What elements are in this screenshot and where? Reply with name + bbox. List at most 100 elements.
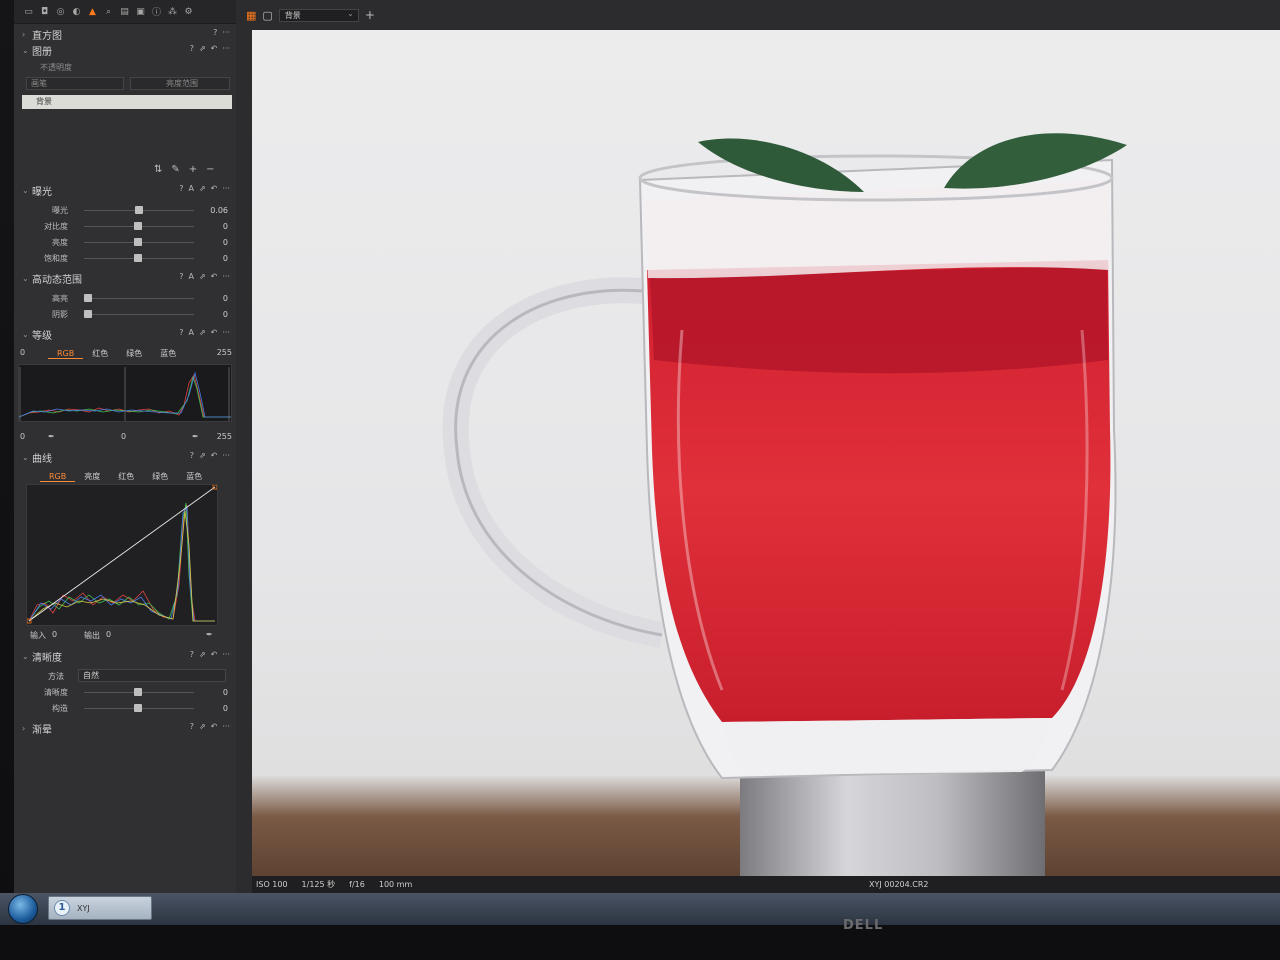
eyedropper-icon[interactable]: ✒	[192, 432, 199, 441]
single-view-icon[interactable]: ▢	[262, 9, 272, 22]
add-layer-icon[interactable]: +	[365, 8, 375, 22]
more-icon[interactable]: ···	[222, 451, 230, 460]
exposure-slider-thumb[interactable]	[133, 254, 142, 262]
more-icon[interactable]: ···	[222, 184, 230, 193]
batch-icon[interactable]: ⁂	[166, 5, 179, 18]
luma-range-button[interactable]: 亮度范围	[130, 77, 230, 90]
more-icon[interactable]: ···	[222, 650, 230, 659]
exposure-value[interactable]: 0.06	[210, 206, 228, 215]
exposure-slider-thumb[interactable]	[133, 238, 142, 246]
reset-icon[interactable]: ↶	[211, 722, 218, 731]
layer-background[interactable]: 背景	[22, 95, 232, 109]
settings-icon[interactable]: ⚙	[182, 5, 195, 18]
eyedropper-icon[interactable]: ✒	[206, 630, 213, 639]
help-icon[interactable]: ?	[190, 650, 194, 659]
grid-view-icon[interactable]: ▦	[246, 9, 256, 22]
exposure-header[interactable]: ⌄ 曝光 ? A ⇗ ↶ ···	[14, 182, 236, 198]
hdr-value[interactable]: 0	[223, 294, 228, 303]
reset-icon[interactable]: ↶	[211, 44, 218, 53]
help-icon[interactable]: ?	[213, 28, 217, 37]
curves-channel-tab[interactable]: 绿色	[143, 471, 177, 482]
brush-icon[interactable]: ✎	[171, 164, 179, 175]
method-select[interactable]: 自然	[78, 669, 226, 682]
more-icon[interactable]: ···	[222, 28, 230, 37]
clarity-slider-thumb[interactable]	[133, 688, 142, 696]
copy-icon[interactable]: ⇗	[199, 272, 206, 281]
adjust-icon[interactable]: ▤	[118, 5, 131, 18]
reset-icon[interactable]: ↶	[211, 451, 218, 460]
levels-channel-tab[interactable]: 蓝色	[151, 348, 185, 359]
curves-channel-tab[interactable]: RGB	[40, 472, 76, 482]
help-icon[interactable]: ?	[179, 272, 183, 281]
add-layer-icon[interactable]: +	[189, 164, 197, 175]
hdr-value[interactable]: 0	[223, 310, 228, 319]
layer-options-icon[interactable]: ⇅	[154, 164, 162, 175]
help-icon[interactable]: ?	[190, 44, 194, 53]
photo[interactable]	[252, 30, 1280, 876]
camera-icon[interactable]: ◘	[38, 5, 51, 18]
auto-icon[interactable]: A	[188, 184, 193, 193]
curves-graph[interactable]	[26, 484, 218, 626]
auto-icon[interactable]: A	[188, 328, 193, 337]
levels-histogram[interactable]	[18, 364, 232, 422]
lens-icon[interactable]: ◎	[54, 5, 67, 18]
levels-channel-tab[interactable]: 绿色	[117, 348, 151, 359]
reset-icon[interactable]: ↶	[211, 650, 218, 659]
clarity-value[interactable]: 0	[223, 704, 228, 713]
color-icon[interactable]: ◐	[70, 5, 83, 18]
more-icon[interactable]: ···	[222, 44, 230, 53]
levels-channel-tab[interactable]: 红色	[83, 348, 117, 359]
curves-output-value[interactable]: 0	[106, 630, 111, 639]
copy-icon[interactable]: ⇗	[199, 451, 206, 460]
exposure-slider-thumb[interactable]	[133, 222, 142, 230]
curves-channel-tab[interactable]: 蓝色	[177, 471, 211, 482]
reset-icon[interactable]: ↶	[211, 184, 218, 193]
curves-header[interactable]: ⌄ 曲线 ? ⇗ ↶ ···	[14, 449, 236, 465]
metadata-icon[interactable]: ▣	[134, 5, 147, 18]
copy-icon[interactable]: ⇗	[199, 328, 206, 337]
folder-icon[interactable]: ▭	[22, 5, 35, 18]
layers-header[interactable]: ⌄ 图册 ? ⇗ ↶ ···	[14, 42, 236, 58]
hdr-slider-thumb[interactable]	[84, 310, 92, 318]
eyedropper-icon[interactable]: ✒	[48, 432, 55, 441]
copy-icon[interactable]: ⇗	[199, 722, 206, 731]
help-icon[interactable]: ?	[190, 451, 194, 460]
exposure-value[interactable]: 0	[223, 254, 228, 263]
exposure-value[interactable]: 0	[223, 222, 228, 231]
start-button[interactable]	[8, 894, 38, 924]
curves-channel-tab[interactable]: 红色	[109, 471, 143, 482]
histogram-header[interactable]: › 直方图 ? ···	[14, 26, 236, 42]
hdr-slider[interactable]	[84, 314, 194, 315]
levels-channel-tab[interactable]: RGB	[48, 349, 84, 359]
clarity-value[interactable]: 0	[223, 688, 228, 697]
layer-select[interactable]: 背景	[278, 8, 359, 22]
more-icon[interactable]: ···	[222, 272, 230, 281]
hdr-header[interactable]: ⌄ 高动态范围 ? A ⇗ ↶ ···	[14, 270, 236, 286]
reset-icon[interactable]: ↶	[211, 328, 218, 337]
clarity-slider-thumb[interactable]	[133, 704, 142, 712]
detail-icon[interactable]: ⌕	[102, 5, 115, 18]
help-icon[interactable]: ?	[190, 722, 194, 731]
exposure-tab-icon[interactable]: ▲	[86, 5, 99, 18]
remove-layer-icon[interactable]: −	[206, 164, 214, 175]
more-icon[interactable]: ···	[222, 328, 230, 337]
brush-select[interactable]: 画笔	[26, 77, 124, 90]
taskbar-app-button[interactable]: 1 XYJ	[48, 896, 152, 920]
curves-input-value[interactable]: 0	[52, 630, 57, 639]
copy-icon[interactable]: ⇗	[199, 650, 206, 659]
help-icon[interactable]: ?	[179, 184, 183, 193]
auto-icon[interactable]: A	[188, 272, 193, 281]
hdr-slider-thumb[interactable]	[84, 294, 92, 302]
reset-icon[interactable]: ↶	[211, 272, 218, 281]
levels-header[interactable]: ⌄ 等级 ? A ⇗ ↶ ···	[14, 326, 236, 342]
copy-icon[interactable]: ⇗	[199, 44, 206, 53]
info-icon[interactable]: ⓘ	[150, 5, 163, 18]
more-icon[interactable]: ···	[222, 722, 230, 731]
exposure-value[interactable]: 0	[223, 238, 228, 247]
vignette-header[interactable]: › 渐晕 ? ⇗ ↶ ···	[14, 720, 236, 736]
help-icon[interactable]: ?	[179, 328, 183, 337]
clarity-header[interactable]: ⌄ 清晰度 ? ⇗ ↶ ···	[14, 648, 236, 664]
copy-icon[interactable]: ⇗	[199, 184, 206, 193]
exposure-slider-thumb[interactable]	[134, 206, 143, 214]
curves-channel-tab[interactable]: 亮度	[75, 471, 109, 482]
